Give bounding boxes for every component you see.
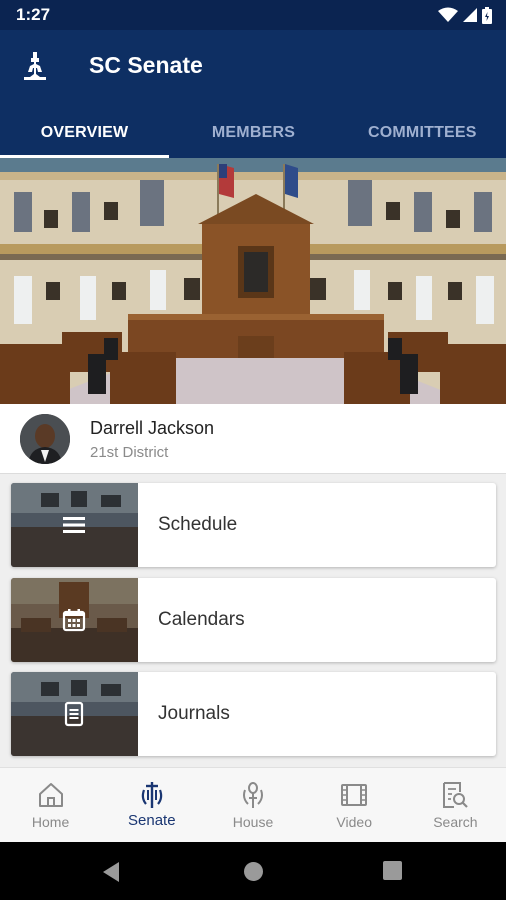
status-bar: 1:27 bbox=[0, 0, 506, 30]
nav-video[interactable]: Video bbox=[304, 768, 405, 842]
tab-committees[interactable]: COMMITTEES bbox=[338, 108, 506, 158]
schedule-label: Schedule bbox=[158, 514, 238, 535]
senator-avatar bbox=[20, 414, 70, 464]
video-icon bbox=[341, 784, 368, 806]
nav-house[interactable]: House bbox=[202, 768, 303, 842]
back-icon[interactable] bbox=[101, 861, 121, 883]
status-time: 1:27 bbox=[16, 5, 51, 24]
app-title: SC Senate bbox=[89, 52, 203, 78]
home-icon bbox=[38, 783, 63, 807]
signal-icon bbox=[463, 8, 477, 22]
home-button-icon[interactable] bbox=[243, 861, 264, 882]
nav-search-label: Search bbox=[433, 814, 478, 830]
document-icon bbox=[64, 701, 84, 727]
calendar-icon bbox=[62, 609, 86, 632]
senate-logo-icon bbox=[24, 52, 46, 80]
nav-home[interactable]: Home bbox=[0, 768, 101, 842]
schedule-card[interactable]: Schedule bbox=[11, 483, 496, 567]
status-icons bbox=[438, 6, 492, 24]
search-icon bbox=[443, 782, 469, 808]
tab-bar: OVERVIEW MEMBERS COMMITTEES bbox=[0, 108, 506, 158]
senator-name: Darrell Jackson bbox=[90, 418, 215, 438]
nav-home-label: Home bbox=[31, 814, 70, 830]
bottom-nav: Home Senate House Video Search bbox=[0, 767, 506, 842]
nav-house-label: House bbox=[232, 814, 274, 830]
calendars-card[interactable]: Calendars bbox=[11, 578, 496, 662]
system-nav-bar bbox=[0, 842, 506, 900]
nav-senate[interactable]: Senate bbox=[101, 768, 202, 842]
house-icon bbox=[243, 782, 263, 808]
list-icon bbox=[63, 517, 85, 533]
senate-icon bbox=[141, 782, 163, 808]
journals-thumbnail bbox=[11, 672, 138, 756]
nav-senate-label: Senate bbox=[128, 812, 176, 829]
wifi-icon bbox=[438, 7, 458, 22]
nav-search[interactable]: Search bbox=[405, 768, 506, 842]
tab-overview[interactable]: OVERVIEW bbox=[0, 108, 169, 158]
tab-members[interactable]: MEMBERS bbox=[169, 108, 338, 158]
recents-icon[interactable] bbox=[383, 861, 402, 880]
calendars-thumbnail bbox=[11, 578, 138, 662]
schedule-thumbnail bbox=[11, 483, 138, 567]
calendars-label: Calendars bbox=[158, 609, 245, 630]
senate-chamber-image bbox=[0, 158, 506, 404]
journals-label: Journals bbox=[158, 703, 230, 724]
battery-icon bbox=[482, 6, 492, 24]
senator-district: 21st District bbox=[90, 444, 169, 461]
journals-card[interactable]: Journals bbox=[11, 672, 496, 756]
senator-card[interactable]: Darrell Jackson 21st District bbox=[0, 404, 506, 474]
nav-video-label: Video bbox=[336, 814, 372, 830]
app-bar: SC Senate OVERVIEW MEMBERS COMMITTEES bbox=[0, 30, 506, 158]
